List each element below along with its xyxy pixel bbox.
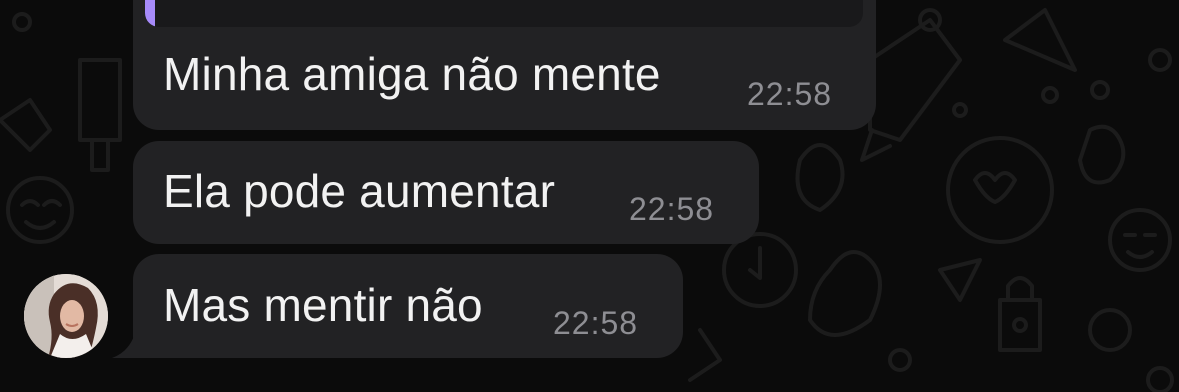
reply-quote[interactable]: [145, 0, 863, 27]
contact-avatar[interactable]: [24, 274, 108, 358]
message-text: Minha amiga não mente: [163, 48, 661, 100]
message-bubble-2[interactable]: Ela pode aumentar 22:58: [133, 141, 759, 244]
message-timestamp: 22:58: [629, 191, 715, 227]
message-bubble-1[interactable]: Minha amiga não mente 22:58: [133, 0, 876, 130]
message-timestamp: 22:58: [553, 305, 639, 341]
message-text: Mas mentir não: [163, 279, 483, 331]
chat-view: Minha amiga não mente 22:58 Ela pode aum…: [0, 0, 1179, 392]
message-text: Ela pode aumentar: [163, 165, 556, 217]
avatar-photo: [24, 274, 108, 358]
bubble-tail: [112, 330, 146, 358]
message-timestamp: 22:58: [747, 76, 833, 112]
message-bubble-3[interactable]: Mas mentir não 22:58: [133, 254, 683, 358]
reply-quote-accent: [145, 0, 155, 27]
